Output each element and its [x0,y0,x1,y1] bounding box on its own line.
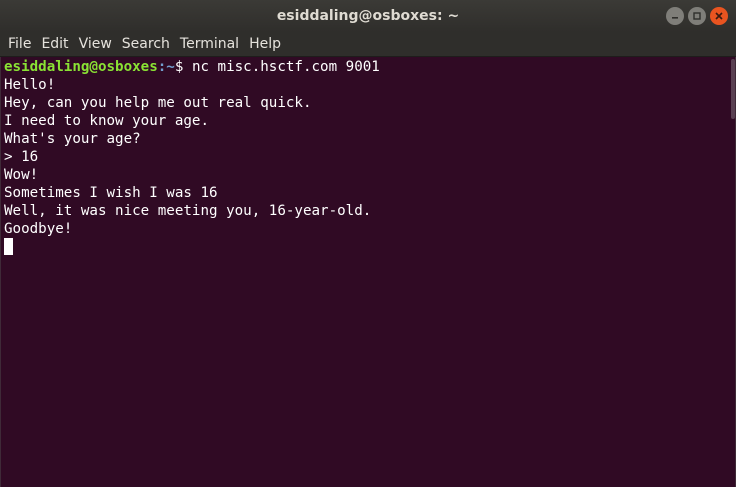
output-line: Wow! [4,167,39,183]
output-line: Well, it was nice meeting you, 16-year-o… [4,203,372,219]
prompt-path: :~ [157,59,175,75]
close-icon [715,12,723,20]
title-bar[interactable]: esiddaling@osboxes: ~ [0,0,736,32]
menu-bar: File Edit View Search Terminal Help [0,32,736,57]
window-title: esiddaling@osboxes: ~ [276,8,460,24]
terminal-window: esiddaling@osboxes: ~ File Edit View Sea… [0,0,736,487]
menu-view[interactable]: View [74,32,117,56]
output-line: > 16 [4,149,39,165]
menu-file[interactable]: File [3,32,36,56]
maximize-button[interactable] [688,7,706,25]
text-cursor [4,238,13,255]
output-line: Hello! [4,77,56,93]
prompt-symbol: $ [174,59,192,75]
output-line: What's your age? [4,131,141,147]
command-text: nc misc.hsctf.com 9001 [191,59,380,75]
output-line: I need to know your age. [4,113,209,129]
scrollbar[interactable] [731,59,735,119]
menu-terminal[interactable]: Terminal [175,32,244,56]
cursor-line [4,238,732,256]
output-line: Hey, can you help me out real quick. [4,95,312,111]
menu-edit[interactable]: Edit [36,32,73,56]
output-line: Goodbye! [4,221,73,237]
menu-help[interactable]: Help [244,32,286,56]
minimize-button[interactable] [666,7,684,25]
terminal-area[interactable]: esiddaling@osboxes:~$ nc misc.hsctf.com … [0,57,736,487]
command-line: esiddaling@osboxes:~$ nc misc.hsctf.com … [4,58,732,76]
menu-search[interactable]: Search [117,32,175,56]
window-controls [666,7,728,25]
close-button[interactable] [710,7,728,25]
minimize-icon [672,17,678,19]
maximize-icon [693,12,701,20]
output-line: Sometimes I wish I was 16 [4,185,218,201]
prompt-user: esiddaling@osboxes [4,59,158,75]
